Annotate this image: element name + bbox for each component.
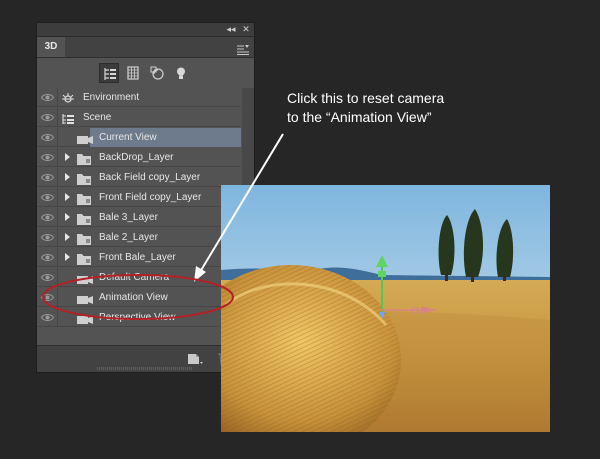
callout-arrow (199, 133, 284, 273)
annotation-overlay (42, 133, 284, 320)
highlight-ellipse (42, 274, 234, 320)
